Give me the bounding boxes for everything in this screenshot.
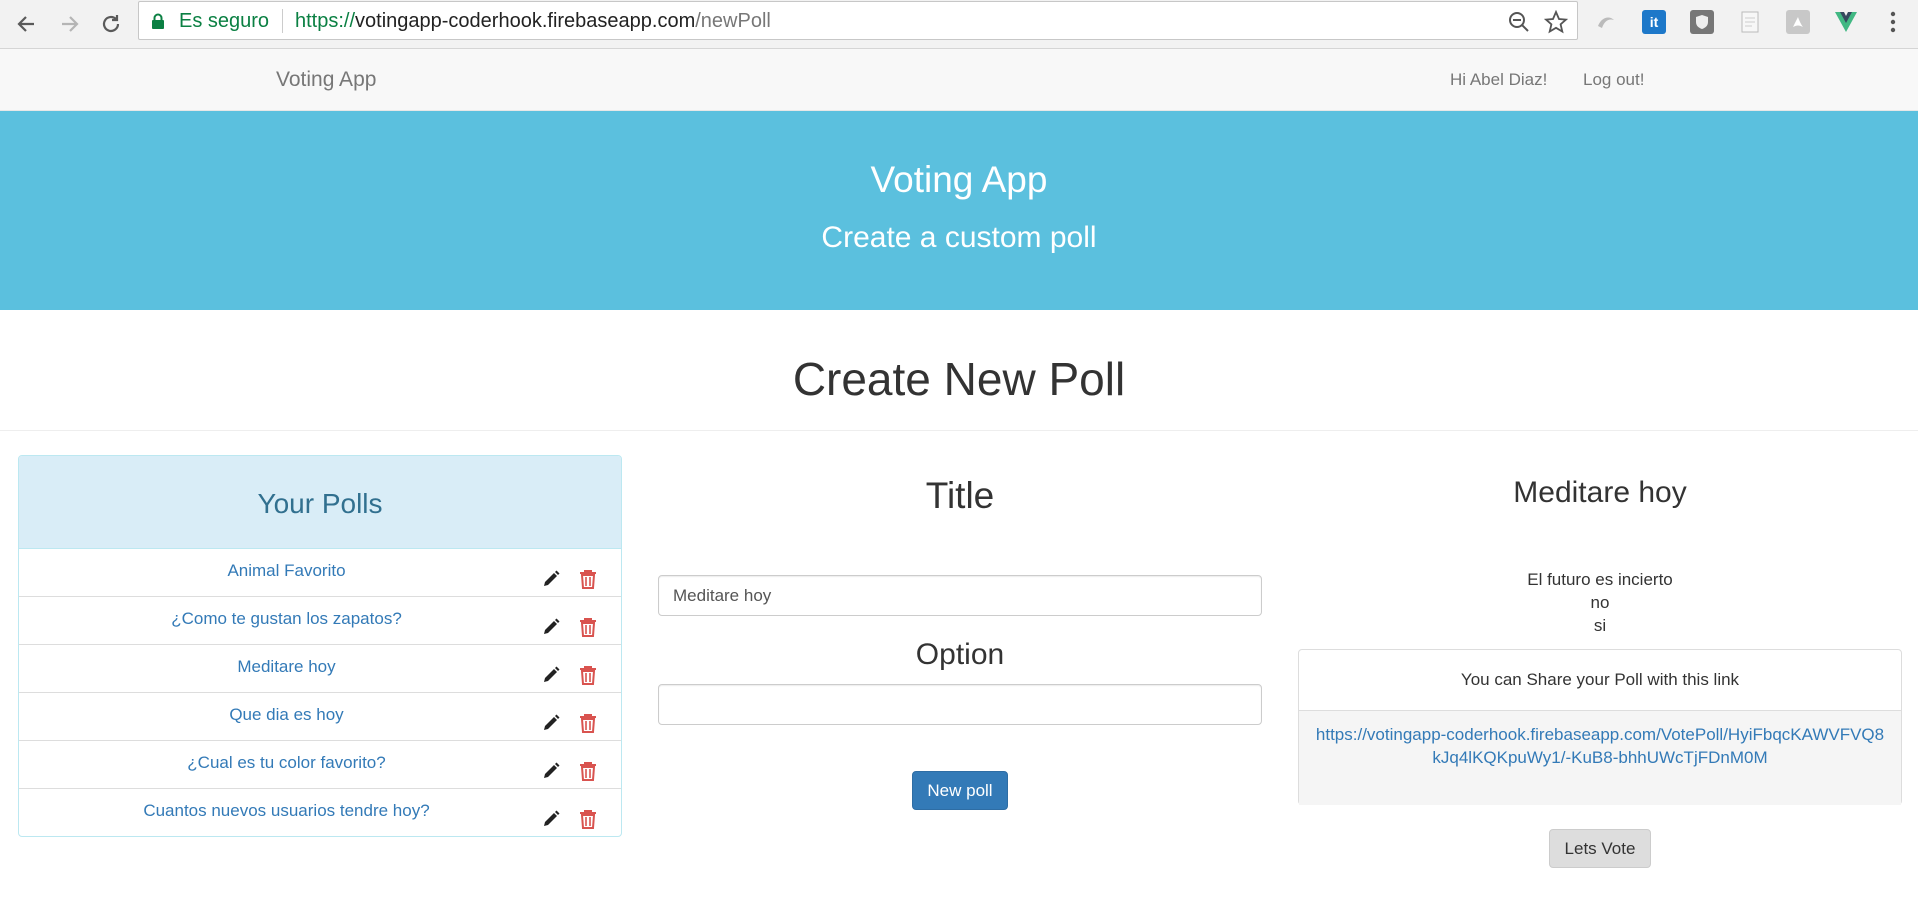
address-bar[interactable]: Es seguro https://votingapp-coderhook.fi… (138, 1, 1578, 40)
secure-label: Es seguro (179, 10, 270, 32)
poll-link[interactable]: Animal Favorito (19, 561, 554, 581)
ext-vue-icon[interactable] (1834, 10, 1858, 34)
hero-banner: Voting App Create a custom poll (0, 111, 1918, 310)
poll-list: Animal Favorito ¿Como te gustan los zapat… (19, 549, 621, 837)
edit-pencil-icon[interactable] (541, 665, 561, 685)
app-navbar: Voting App Hi Abel Diaz! Log out! (0, 49, 1918, 111)
bookmark-star-icon[interactable] (1543, 9, 1569, 39)
navbar-brand[interactable]: Voting App (276, 68, 376, 92)
poll-row: Cuantos nuevos usuarios tendre hoy? (19, 789, 621, 837)
preview-option: El futuro es incierto (1527, 570, 1673, 589)
preview-option-list: El futuro es incierto no si (1298, 568, 1902, 637)
url-path: /newPoll (695, 10, 771, 32)
edit-pencil-icon[interactable] (541, 809, 561, 829)
edit-pencil-icon[interactable] (541, 617, 561, 637)
ext-doc-icon[interactable] (1738, 10, 1762, 34)
share-link[interactable]: https://votingapp-coderhook.firebaseapp.… (1316, 725, 1884, 767)
share-panel: You can Share your Poll with this link h… (1298, 649, 1902, 805)
preview-option: no (1590, 593, 1610, 612)
poll-row: Meditare hoy (19, 645, 621, 693)
poll-row: ¿Cual es tu color favorito? (19, 741, 621, 789)
option-input[interactable] (658, 684, 1262, 725)
divider (0, 430, 1918, 431)
url-host: votingapp-coderhook.firebaseapp.com (355, 10, 696, 32)
poll-link[interactable]: Cuantos nuevos usuarios tendre hoy? (19, 801, 554, 821)
ext-swirl-icon[interactable] (1594, 10, 1618, 34)
back-arrow-icon[interactable] (12, 10, 40, 38)
title-label: Title (925, 475, 995, 516)
ext-it-icon[interactable]: it (1642, 10, 1666, 34)
poll-link[interactable]: Meditare hoy (19, 657, 554, 677)
delete-trash-icon[interactable] (579, 665, 599, 685)
ext-pdf-icon[interactable] (1786, 10, 1810, 34)
edit-pencil-icon[interactable] (541, 713, 561, 733)
logout-link[interactable]: Log out! (1583, 70, 1644, 90)
preview-poll-title: Meditare hoy (1513, 476, 1687, 509)
poll-row: Animal Favorito (19, 549, 621, 597)
hero-subtitle: Create a custom poll (821, 221, 1097, 254)
edit-pencil-icon[interactable] (541, 761, 561, 781)
poll-row: Que dia es hoy (19, 693, 621, 741)
delete-trash-icon[interactable] (579, 809, 599, 829)
url-text[interactable]: https://votingapp-coderhook.firebaseapp.… (295, 10, 771, 33)
option-label: Option (915, 638, 1005, 671)
poll-row: ¿Como te gustan los zapatos? (19, 597, 621, 645)
user-greeting[interactable]: Hi Abel Diaz! (1450, 70, 1547, 90)
preview-option: si (1593, 616, 1607, 635)
poll-link[interactable]: ¿Como te gustan los zapatos? (19, 609, 554, 629)
url-scheme: https:// (295, 10, 356, 32)
share-heading: You can Share your Poll with this link (1299, 650, 1901, 711)
delete-trash-icon[interactable] (579, 617, 599, 637)
reload-icon[interactable] (97, 10, 125, 38)
hero-title: Voting App (870, 159, 1048, 200)
share-body: https://votingapp-coderhook.firebaseapp.… (1299, 711, 1901, 805)
zoom-icon[interactable] (1507, 10, 1531, 39)
edit-pencil-icon[interactable] (541, 569, 561, 589)
browser-toolbar: Es seguro https://votingapp-coderhook.fi… (0, 0, 1918, 49)
page-title: Create New Poll (792, 353, 1126, 405)
new-poll-button[interactable]: New poll (912, 771, 1008, 810)
delete-trash-icon[interactable] (579, 761, 599, 781)
lock-icon (151, 13, 165, 34)
ext-shield-icon[interactable] (1690, 10, 1714, 34)
lets-vote-button[interactable]: Lets Vote (1549, 829, 1651, 868)
poll-link[interactable]: ¿Cual es tu color favorito? (19, 753, 554, 773)
menu-kebab-icon[interactable] (1881, 10, 1905, 34)
poll-link[interactable]: Que dia es hoy (19, 705, 554, 725)
delete-trash-icon[interactable] (579, 569, 599, 589)
panel-heading: Your Polls (19, 456, 621, 549)
your-polls-panel: Your Polls Animal Favorito ¿Como te gusta… (18, 455, 622, 837)
forward-arrow-icon[interactable] (56, 10, 84, 38)
title-input[interactable] (658, 575, 1262, 616)
divider (282, 9, 283, 33)
delete-trash-icon[interactable] (579, 713, 599, 733)
